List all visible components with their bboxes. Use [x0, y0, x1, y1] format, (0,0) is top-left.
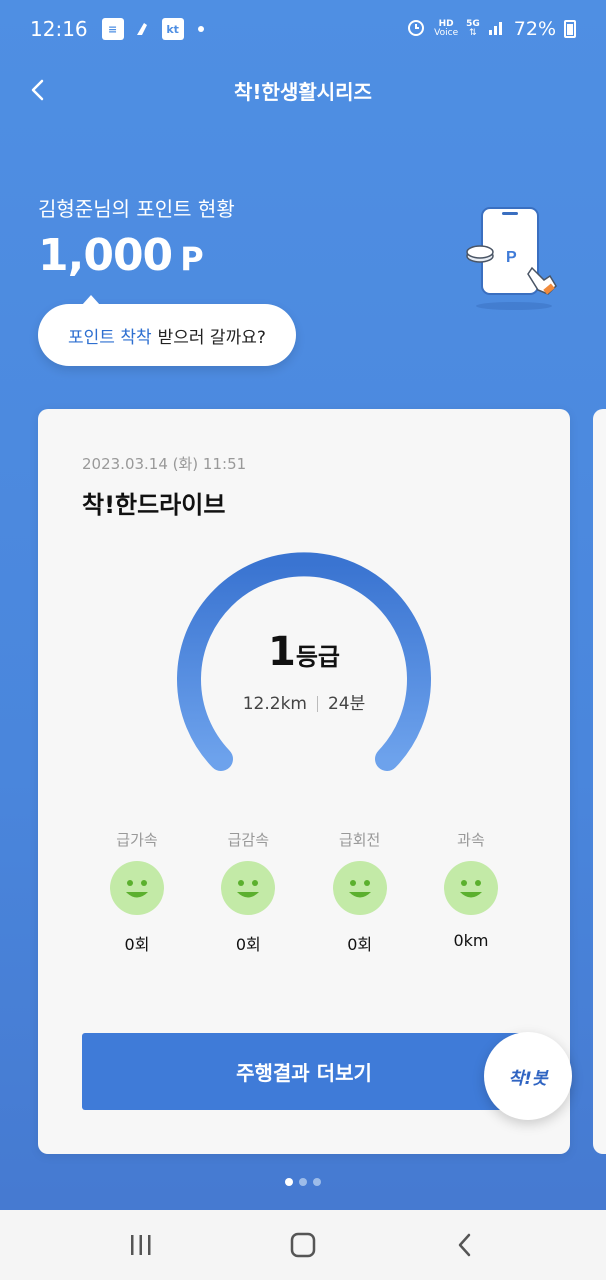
- svg-text:P: P: [506, 249, 517, 266]
- smile-face-icon: [443, 861, 498, 915]
- metric-value: 0회: [347, 935, 373, 954]
- app-header: 착!한생활시리즈: [0, 60, 606, 120]
- signal-icon: [488, 18, 506, 41]
- pager-dots: [0, 1178, 606, 1186]
- metric-label: 급감속: [227, 831, 270, 849]
- points-label: 김형준님의 포인트 현황: [38, 197, 235, 221]
- alarm-icon: [406, 17, 426, 42]
- network-icon: 5G ⇅: [466, 19, 480, 38]
- trip-duration: 24분: [327, 694, 366, 714]
- back-arrow-icon: [458, 1233, 471, 1257]
- recent-apps-button[interactable]: [111, 1215, 171, 1275]
- status-time: 12:16: [30, 17, 88, 41]
- metric-sharp-turn: 급회전 0회: [305, 829, 415, 955]
- phone-point-illustration-icon: P: [462, 200, 562, 310]
- smile-face-icon: [221, 861, 276, 915]
- promo-accent-text: 포인트 착착: [68, 327, 152, 348]
- metric-value: 0km: [453, 931, 489, 950]
- page-title: 착!한생활시리즈: [234, 79, 372, 104]
- smile-face-icon: [332, 861, 387, 915]
- notification-app-icon: ≡: [101, 18, 124, 40]
- kt-icon: kt: [161, 18, 184, 40]
- system-nav-bar: [0, 1210, 606, 1280]
- battery-icon: [564, 20, 576, 38]
- back-button[interactable]: [22, 74, 54, 106]
- driving-grade: 1등급: [38, 629, 570, 675]
- notification-dot-icon: [197, 26, 204, 32]
- system-back-button[interactable]: [435, 1215, 495, 1275]
- recent-apps-icon: [131, 1235, 151, 1255]
- card-title: 착!한드라이브: [82, 491, 226, 519]
- driving-metrics: 급가속 0회 급감속 0회 급회전 0회 과속 0km: [82, 829, 526, 955]
- points-unit: P: [180, 240, 203, 278]
- points-value: 1,000 P: [38, 230, 204, 281]
- grade-suffix: 등급: [295, 643, 340, 671]
- metric-label: 과속: [457, 831, 485, 849]
- promo-text: 받으러 갈까요?: [157, 327, 266, 348]
- volte-icon: HD Voice: [434, 19, 459, 38]
- chevron-left-icon: [31, 79, 44, 101]
- smile-face-icon: [110, 861, 164, 915]
- metric-label: 급회전: [338, 831, 381, 849]
- points-amount: 1,000: [38, 230, 173, 281]
- drive-result-card[interactable]: 2023.03.14 (화) 11:51 착!한드라이브 1등급 12.2km 2…: [38, 409, 570, 1154]
- pager-dot[interactable]: [299, 1178, 307, 1186]
- status-bar: 12:16 ≡ kt HD Voice 5G ⇅ 72%: [0, 0, 606, 58]
- pager-dot[interactable]: [313, 1178, 321, 1186]
- pager-dot-active[interactable]: [285, 1178, 293, 1186]
- home-icon: [290, 1232, 316, 1258]
- promo-bubble[interactable]: 포인트 착착 받으러 갈까요?: [38, 295, 296, 366]
- metric-value: 0회: [235, 935, 261, 954]
- trip-meta: 12.2km 24분: [38, 689, 570, 714]
- metric-rapid-acceleration: 급가속 0회: [82, 829, 192, 955]
- metric-rapid-deceleration: 급감속 0회: [193, 829, 303, 955]
- metric-speeding: 과속 0km: [416, 829, 526, 955]
- divider: [316, 696, 318, 712]
- next-card-peek[interactable]: [593, 409, 606, 1154]
- grade-number: 1: [267, 629, 296, 675]
- more-results-button[interactable]: 주행결과 더보기: [82, 1033, 526, 1110]
- metric-label: 급가속: [116, 831, 158, 849]
- drive-date: 2023.03.14 (화) 11:51: [82, 455, 247, 473]
- metric-value: 0회: [124, 935, 150, 954]
- trip-distance: 12.2km: [242, 694, 307, 714]
- chatbot-button[interactable]: 착!봇: [484, 1032, 572, 1120]
- home-button[interactable]: [273, 1215, 333, 1275]
- notification-hand-icon: [132, 18, 154, 40]
- battery-percent: 72%: [513, 18, 556, 40]
